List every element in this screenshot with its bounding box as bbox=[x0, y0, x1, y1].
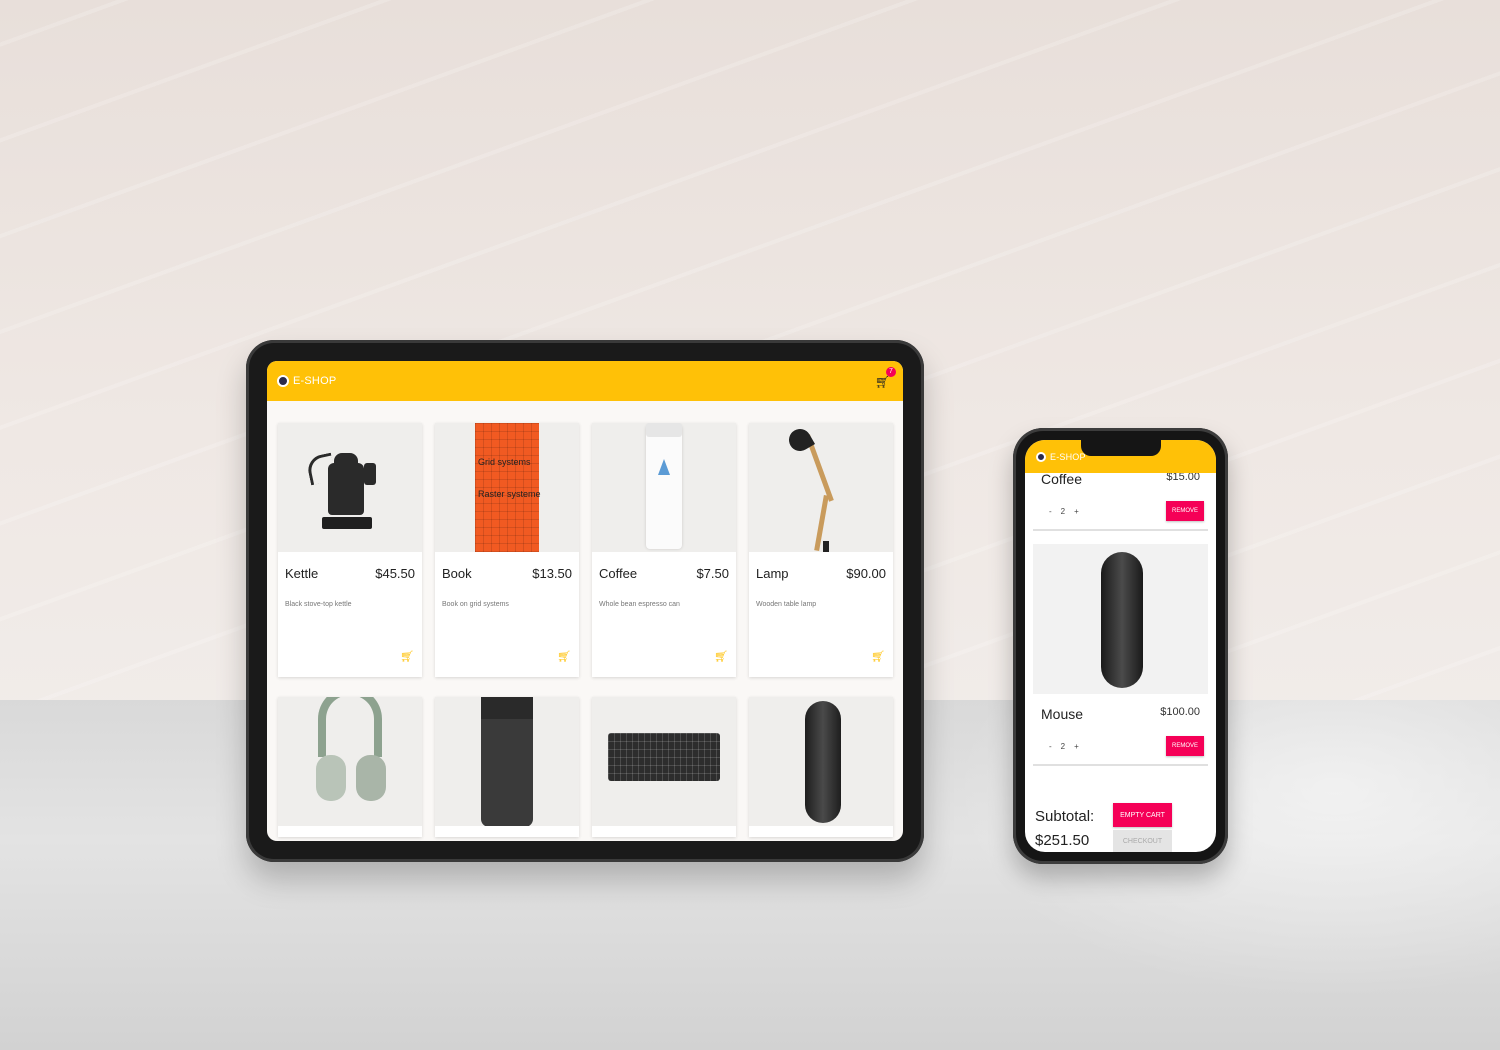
add-shopping-cart-icon[interactable]: 🛒︎ bbox=[400, 650, 414, 663]
product-name: Coffee bbox=[599, 566, 638, 581]
product-card-lamp: Lamp $90.00 Wooden table lamp 🛒︎ bbox=[749, 423, 893, 677]
shop-logo-icon[interactable] bbox=[1036, 451, 1046, 462]
shop-logo-icon[interactable] bbox=[277, 375, 289, 387]
increase-quantity-button[interactable]: + bbox=[1074, 742, 1079, 751]
app-bar: E-SHOP 🛒︎ 7 bbox=[267, 361, 903, 401]
cart-item-image-mouse bbox=[1033, 544, 1208, 694]
cart-item-name: Mouse bbox=[1041, 706, 1084, 722]
brand-title[interactable]: E-SHOP bbox=[1050, 452, 1086, 462]
product-price: $7.50 bbox=[696, 566, 729, 581]
add-shopping-cart-icon[interactable]: 🛒︎ bbox=[557, 650, 571, 663]
add-shopping-cart-icon[interactable]: 🛒︎ bbox=[871, 650, 885, 663]
product-description: Black stove-top kettle bbox=[285, 601, 352, 608]
cart-item-name: Coffee bbox=[1041, 471, 1082, 487]
brand-title[interactable]: E-SHOP bbox=[293, 375, 336, 387]
cart-list: Coffee $15.00 - 2 + REMOVE Mouse $100.00… bbox=[1025, 460, 1216, 766]
subtotal-value: $251.50 bbox=[1035, 832, 1090, 849]
product-grid: Kettle $45.50 Black stove-top kettle 🛒︎ … bbox=[278, 423, 894, 837]
shopping-cart-icon: 🛒︎ bbox=[875, 375, 891, 389]
product-description: Wooden table lamp bbox=[756, 601, 817, 608]
book-cover-title: Grid systems bbox=[478, 457, 531, 467]
product-card-backpack bbox=[435, 697, 579, 837]
product-card-book: Grid systems Raster systeme Book $13.50 … bbox=[435, 423, 579, 677]
product-description: Book on grid systems bbox=[442, 601, 509, 608]
remove-button[interactable]: REMOVE bbox=[1166, 736, 1204, 756]
product-description: Whole bean espresso can bbox=[599, 601, 680, 608]
product-image-coffee bbox=[592, 423, 736, 552]
product-name: Book bbox=[442, 566, 472, 581]
phone-screen: E-SHOP Coffee $15.00 - 2 + REMOVE Mouse … bbox=[1025, 440, 1216, 852]
product-image-headphones bbox=[278, 697, 422, 826]
empty-cart-button[interactable]: EMPTY CART bbox=[1113, 803, 1172, 827]
product-card-mouse bbox=[749, 697, 893, 837]
subtotal-section: Subtotal: $251.50 EMPTY CART CHECKOUT bbox=[1025, 790, 1216, 852]
checkout-button[interactable]: CHECKOUT bbox=[1113, 830, 1172, 852]
phone-device: E-SHOP Coffee $15.00 - 2 + REMOVE Mouse … bbox=[1013, 428, 1228, 864]
tablet-device: E-SHOP 🛒︎ 7 Kettle $45.50 Black stove-to… bbox=[246, 340, 924, 862]
decrease-quantity-button[interactable]: - bbox=[1049, 507, 1052, 516]
quantity-stepper: - 2 + bbox=[1049, 742, 1079, 751]
quantity-value: 2 bbox=[1060, 741, 1066, 751]
decrease-quantity-button[interactable]: - bbox=[1049, 742, 1052, 751]
product-card-kettle: Kettle $45.50 Black stove-top kettle 🛒︎ bbox=[278, 423, 422, 677]
quantity-value: 2 bbox=[1060, 506, 1066, 516]
product-image-book: Grid systems Raster systeme bbox=[435, 423, 579, 552]
subtotal-label: Subtotal: bbox=[1035, 808, 1095, 825]
product-image-mouse bbox=[749, 697, 893, 826]
tablet-screen: E-SHOP 🛒︎ 7 Kettle $45.50 Black stove-to… bbox=[267, 361, 903, 841]
product-name: Lamp bbox=[756, 566, 789, 581]
product-card-coffee: Coffee $7.50 Whole bean espresso can 🛒︎ bbox=[592, 423, 736, 677]
cart-count-badge: 7 bbox=[886, 367, 896, 377]
cart-item-price: $100.00 bbox=[1160, 706, 1200, 718]
cart-item-mouse: Mouse $100.00 - 2 + REMOVE bbox=[1033, 694, 1208, 766]
product-price: $45.50 bbox=[375, 566, 415, 581]
product-card-headphones bbox=[278, 697, 422, 837]
product-card-keyboard bbox=[592, 697, 736, 837]
cart-button[interactable]: 🛒︎ 7 bbox=[875, 367, 896, 389]
product-name: Kettle bbox=[285, 566, 319, 581]
product-price: $90.00 bbox=[846, 566, 886, 581]
product-image-lamp bbox=[749, 423, 893, 552]
product-image-kettle bbox=[278, 423, 422, 552]
increase-quantity-button[interactable]: + bbox=[1074, 507, 1079, 516]
quantity-stepper: - 2 + bbox=[1049, 507, 1079, 516]
remove-button[interactable]: REMOVE bbox=[1166, 501, 1204, 521]
product-image-backpack bbox=[435, 697, 579, 826]
book-cover-subtitle: Raster systeme bbox=[478, 489, 541, 499]
product-image-keyboard bbox=[592, 697, 736, 826]
add-shopping-cart-icon[interactable]: 🛒︎ bbox=[714, 650, 728, 663]
product-price: $13.50 bbox=[532, 566, 572, 581]
phone-notch bbox=[1081, 440, 1161, 456]
